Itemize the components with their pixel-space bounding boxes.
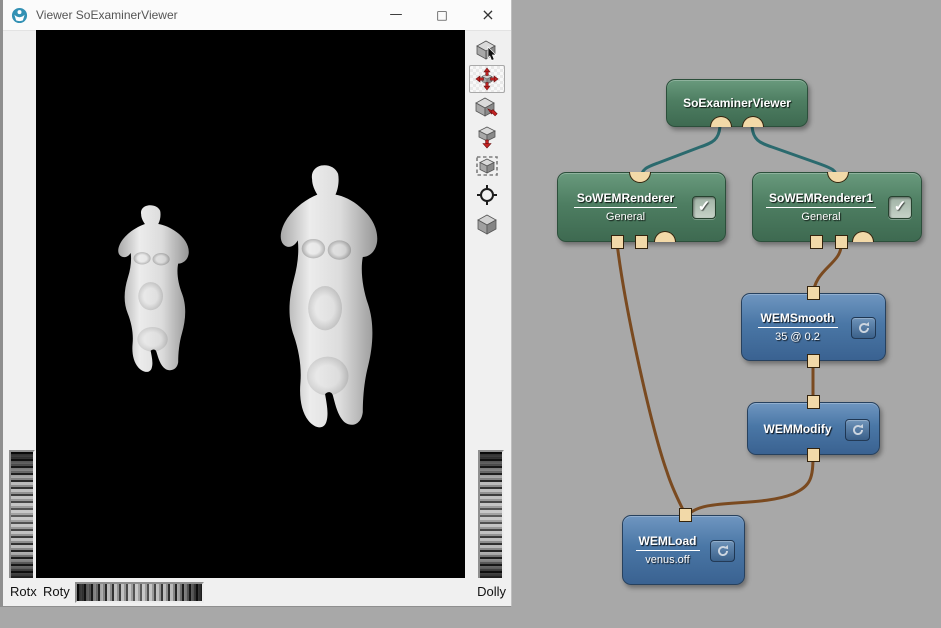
camera-type-button[interactable] [469, 210, 505, 238]
reload-button[interactable] [851, 317, 876, 339]
viewer-window: Viewer SoExaminerViewer — □ × [0, 0, 512, 607]
reload-button[interactable] [845, 419, 870, 441]
view-mode-icon [475, 67, 499, 91]
node-wemload[interactable]: WEMLoad venus.off [622, 515, 745, 585]
wem-output-connector[interactable] [679, 508, 692, 522]
mevislab-logo-icon [11, 7, 28, 24]
reload-icon [851, 423, 865, 437]
viewer-3d-viewport[interactable] [36, 30, 465, 578]
node-wemsmooth[interactable]: WEMSmooth 35 @ 0.2 [741, 293, 886, 361]
view-all-icon [475, 125, 499, 149]
rotx-thumbwheel[interactable] [9, 450, 35, 581]
enable-checkbox[interactable]: ✓ [888, 196, 912, 219]
venus-torsos-render [36, 30, 465, 578]
viewer-toolbar [469, 36, 509, 239]
pick-mode-button[interactable] [469, 36, 505, 64]
connection-renderer0-viewer [641, 124, 720, 179]
wem-input-connector[interactable] [807, 286, 820, 300]
seek-mode-icon [475, 96, 499, 120]
close-button[interactable]: × [465, 0, 511, 30]
roty-thumbwheel[interactable] [75, 582, 204, 603]
view-selection-icon [475, 154, 499, 178]
wem-output-connector[interactable] [807, 448, 820, 462]
connection-load-modify [687, 455, 813, 516]
node-sublabel: venus.off [645, 554, 689, 566]
reload-icon [716, 544, 730, 558]
node-title: WEMSmooth [758, 311, 838, 328]
check-icon: ✓ [894, 198, 907, 215]
wem-input-connector[interactable] [611, 235, 624, 249]
wem-input-connector[interactable] [810, 235, 823, 249]
node-sublabel: 35 @ 0.2 [775, 331, 820, 343]
viewer-bottom-bar: Rotx Roty Dolly [3, 578, 511, 606]
node-title: WEMLoad [636, 534, 700, 551]
node-sublabel: General [606, 211, 645, 223]
pick-mode-icon [475, 38, 499, 62]
camera-cube-icon [475, 212, 499, 236]
view-all-button[interactable] [469, 123, 505, 151]
dolly-thumbwheel[interactable] [478, 450, 504, 581]
roty-label: Roty [43, 584, 70, 599]
node-sowemrenderer[interactable]: SoWEMRenderer General ✓ [557, 172, 726, 242]
node-soexaminerviewer[interactable]: SoExaminerViewer [666, 79, 808, 127]
crosshair-icon [475, 183, 499, 207]
wem-output-connector[interactable] [807, 354, 820, 368]
enable-checkbox[interactable]: ✓ [692, 196, 716, 219]
view-mode-button[interactable] [469, 65, 505, 93]
connection-renderer1-viewer [752, 124, 837, 179]
node-sublabel: General [801, 211, 840, 223]
node-wemmodify[interactable]: WEMModify [747, 402, 880, 455]
wem-input-connector[interactable] [635, 235, 648, 249]
reload-button[interactable] [710, 540, 735, 562]
seek-mode-button[interactable] [469, 94, 505, 122]
dolly-label: Dolly [477, 584, 506, 599]
window-title: Viewer SoExaminerViewer [36, 8, 178, 22]
node-title: SoExaminerViewer [680, 96, 794, 110]
node-title: SoWEMRenderer [574, 191, 677, 208]
wem-input-connector[interactable] [835, 235, 848, 249]
node-title: WEMModify [761, 422, 835, 436]
wem-input-connector[interactable] [807, 395, 820, 409]
set-home-button[interactable] [469, 181, 505, 209]
minimize-button[interactable]: — [373, 0, 419, 30]
maximize-button[interactable]: □ [419, 0, 465, 30]
reload-icon [857, 321, 871, 335]
rotx-label: Rotx [10, 584, 37, 599]
node-title: SoWEMRenderer1 [766, 191, 876, 208]
window-titlebar[interactable]: Viewer SoExaminerViewer — □ × [3, 0, 511, 31]
node-sowemrenderer1[interactable]: SoWEMRenderer1 General ✓ [752, 172, 922, 242]
connection-load-renderer0 [617, 243, 686, 516]
view-selection-button[interactable] [469, 152, 505, 180]
check-icon: ✓ [698, 198, 711, 215]
mevislab-network-canvas[interactable]: SoExaminerViewer SoWEMRenderer General ✓… [0, 0, 941, 628]
